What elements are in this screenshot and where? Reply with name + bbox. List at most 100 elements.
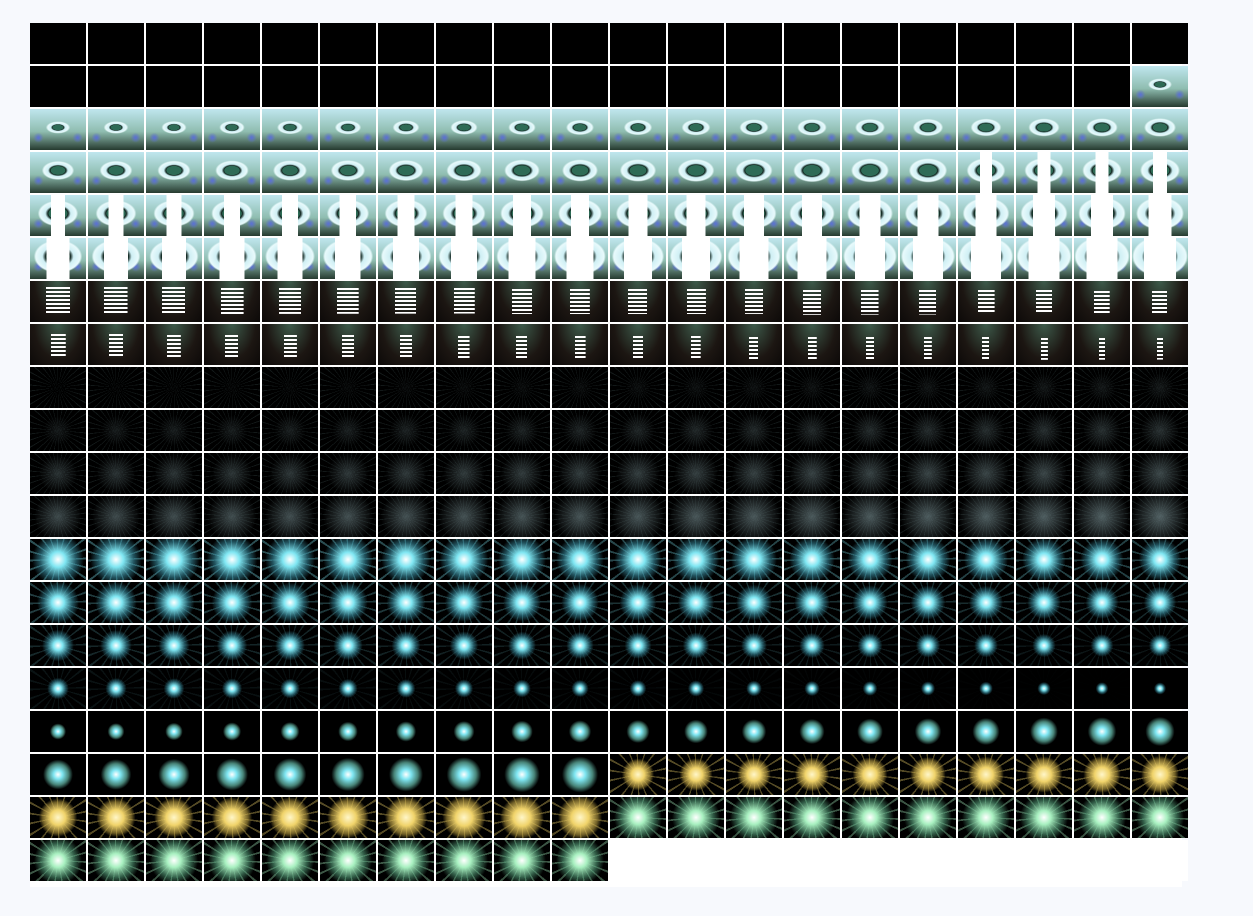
sprite-frame xyxy=(30,152,86,193)
frame-art xyxy=(1132,797,1188,838)
frame-art xyxy=(88,66,144,107)
sprite-frame xyxy=(958,496,1014,537)
frame-art xyxy=(726,195,782,236)
sprite-frame xyxy=(668,367,724,408)
sprite-frame xyxy=(610,152,666,193)
frame-art xyxy=(1016,668,1072,709)
frame-art xyxy=(668,668,724,709)
frame-art xyxy=(1016,152,1072,193)
frame-art xyxy=(900,23,956,64)
frame-art xyxy=(552,66,608,107)
frame-art xyxy=(610,797,666,838)
frame-art xyxy=(146,367,202,408)
sprite-frame xyxy=(552,195,608,236)
sprite-frame xyxy=(1074,152,1130,193)
frame-art xyxy=(30,367,86,408)
sprite-frame xyxy=(900,496,956,537)
frame-art xyxy=(1016,324,1072,365)
frame-art xyxy=(726,668,782,709)
sprite-frame xyxy=(784,238,840,279)
frame-art xyxy=(610,453,666,494)
sprite-frame xyxy=(494,281,550,322)
frame-art xyxy=(1074,539,1130,580)
frame-art xyxy=(1132,324,1188,365)
frame-art xyxy=(494,711,550,752)
sprite-frame xyxy=(378,410,434,451)
sprite-frame xyxy=(88,367,144,408)
sprite-frame xyxy=(436,23,492,64)
sprite-frame xyxy=(784,195,840,236)
frame-art xyxy=(668,23,724,64)
frame-art xyxy=(204,66,260,107)
frame-art xyxy=(204,281,260,322)
frame-art xyxy=(958,668,1014,709)
sprite-frame xyxy=(494,625,550,666)
sprite-frame xyxy=(146,754,202,795)
sprite-frame xyxy=(1132,539,1188,580)
frame-art xyxy=(88,109,144,150)
sprite-frame xyxy=(146,410,202,451)
frame-art xyxy=(900,109,956,150)
sprite-frame xyxy=(262,238,318,279)
frame-art xyxy=(436,668,492,709)
sprite-frame xyxy=(204,152,260,193)
frame-art xyxy=(726,582,782,623)
sprite-frame xyxy=(1016,668,1072,709)
frame-art xyxy=(610,410,666,451)
frame-art xyxy=(320,754,376,795)
sprite-sheet xyxy=(30,23,1188,887)
frame-art xyxy=(958,582,1014,623)
sprite-frame xyxy=(320,324,376,365)
frame-art xyxy=(1016,238,1072,279)
sprite-frame xyxy=(784,152,840,193)
frame-art xyxy=(1132,539,1188,580)
frame-art xyxy=(436,797,492,838)
frame-art xyxy=(146,152,202,193)
frame-art xyxy=(552,109,608,150)
sprite-frame xyxy=(204,625,260,666)
sprite-frame xyxy=(668,324,724,365)
frame-art xyxy=(262,281,318,322)
frame-art xyxy=(1074,453,1130,494)
sprite-frame xyxy=(146,453,202,494)
frame-art xyxy=(900,66,956,107)
frame-art xyxy=(842,668,898,709)
sprite-frame xyxy=(1132,453,1188,494)
frame-art xyxy=(436,23,492,64)
frame-art xyxy=(146,195,202,236)
sprite-frame xyxy=(1132,238,1188,279)
sprite-frame xyxy=(1132,152,1188,193)
frame-art xyxy=(320,109,376,150)
frame-art xyxy=(1016,109,1072,150)
sprite-frame xyxy=(494,152,550,193)
frame-art xyxy=(494,582,550,623)
frame-art xyxy=(378,152,434,193)
frame-art xyxy=(958,195,1014,236)
frame-art xyxy=(842,23,898,64)
sprite-frame xyxy=(726,582,782,623)
sprite-frame xyxy=(610,66,666,107)
sprite-frame xyxy=(842,625,898,666)
sprite-frame xyxy=(436,152,492,193)
sprite-frame xyxy=(900,711,956,752)
sprite-frame xyxy=(262,23,318,64)
sprite-frame xyxy=(204,195,260,236)
sprite-frame xyxy=(30,281,86,322)
sprite-frame xyxy=(1132,754,1188,795)
sprite-frame xyxy=(900,109,956,150)
frame-art xyxy=(610,668,666,709)
sprite-frame xyxy=(1074,797,1130,838)
empty-slot xyxy=(784,840,840,881)
frame-art xyxy=(552,625,608,666)
sprite-frame xyxy=(1016,152,1072,193)
sprite-frame xyxy=(30,797,86,838)
frame-art xyxy=(262,496,318,537)
sprite-frame xyxy=(668,195,724,236)
frame-art xyxy=(494,109,550,150)
frame-art xyxy=(552,711,608,752)
frame-art xyxy=(262,582,318,623)
sprite-frame xyxy=(262,324,318,365)
sprite-frame xyxy=(204,496,260,537)
sprite-frame xyxy=(88,238,144,279)
frame-art xyxy=(1132,453,1188,494)
